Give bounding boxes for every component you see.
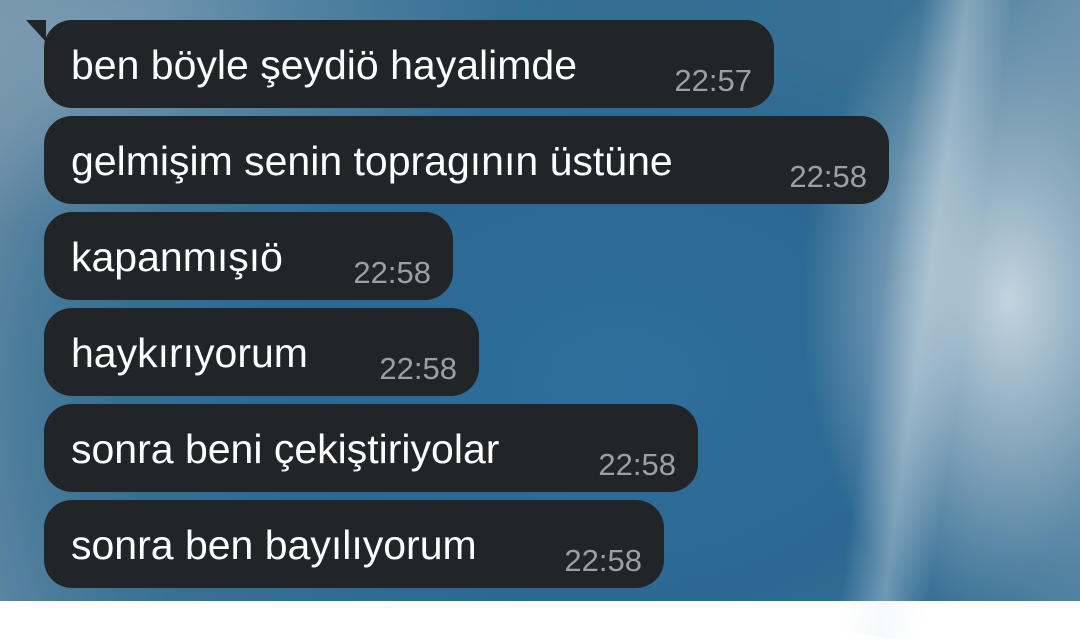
message-timestamp: 22:58: [789, 159, 867, 194]
message-text: gelmişim senin topragının üstüne: [71, 138, 673, 184]
message-bubble[interactable]: kapanmışıö 22:58: [44, 212, 453, 300]
message-bubble[interactable]: sonra beni çekiştiriyolar 22:58: [44, 404, 698, 492]
message-timestamp: 22:58: [564, 543, 642, 578]
message-timestamp: 22:58: [353, 255, 431, 290]
message-timestamp: 22:58: [379, 351, 457, 386]
message-timestamp: 22:58: [598, 447, 676, 482]
message-timestamp: 22:57: [674, 63, 752, 98]
bubble-tail: [26, 20, 46, 42]
message-bubble[interactable]: ben böyle şeydiö hayalimde 22:57: [44, 20, 774, 108]
message-text: sonra ben bayılıyorum: [71, 522, 477, 568]
message-text: sonra beni çekiştiriyolar: [71, 426, 500, 472]
message-list[interactable]: ben böyle şeydiö hayalimde 22:57 gelmişi…: [0, 0, 1080, 601]
message-text: ben böyle şeydiö hayalimde: [71, 42, 577, 88]
message-text: haykırıyorum: [71, 330, 308, 376]
message-bubble[interactable]: haykırıyorum 22:58: [44, 308, 479, 396]
message-text: kapanmışıö: [71, 234, 283, 280]
message-bubble[interactable]: gelmişim senin topragının üstüne 22:58: [44, 116, 889, 204]
message-bubble[interactable]: sonra ben bayılıyorum 22:58: [44, 500, 664, 588]
